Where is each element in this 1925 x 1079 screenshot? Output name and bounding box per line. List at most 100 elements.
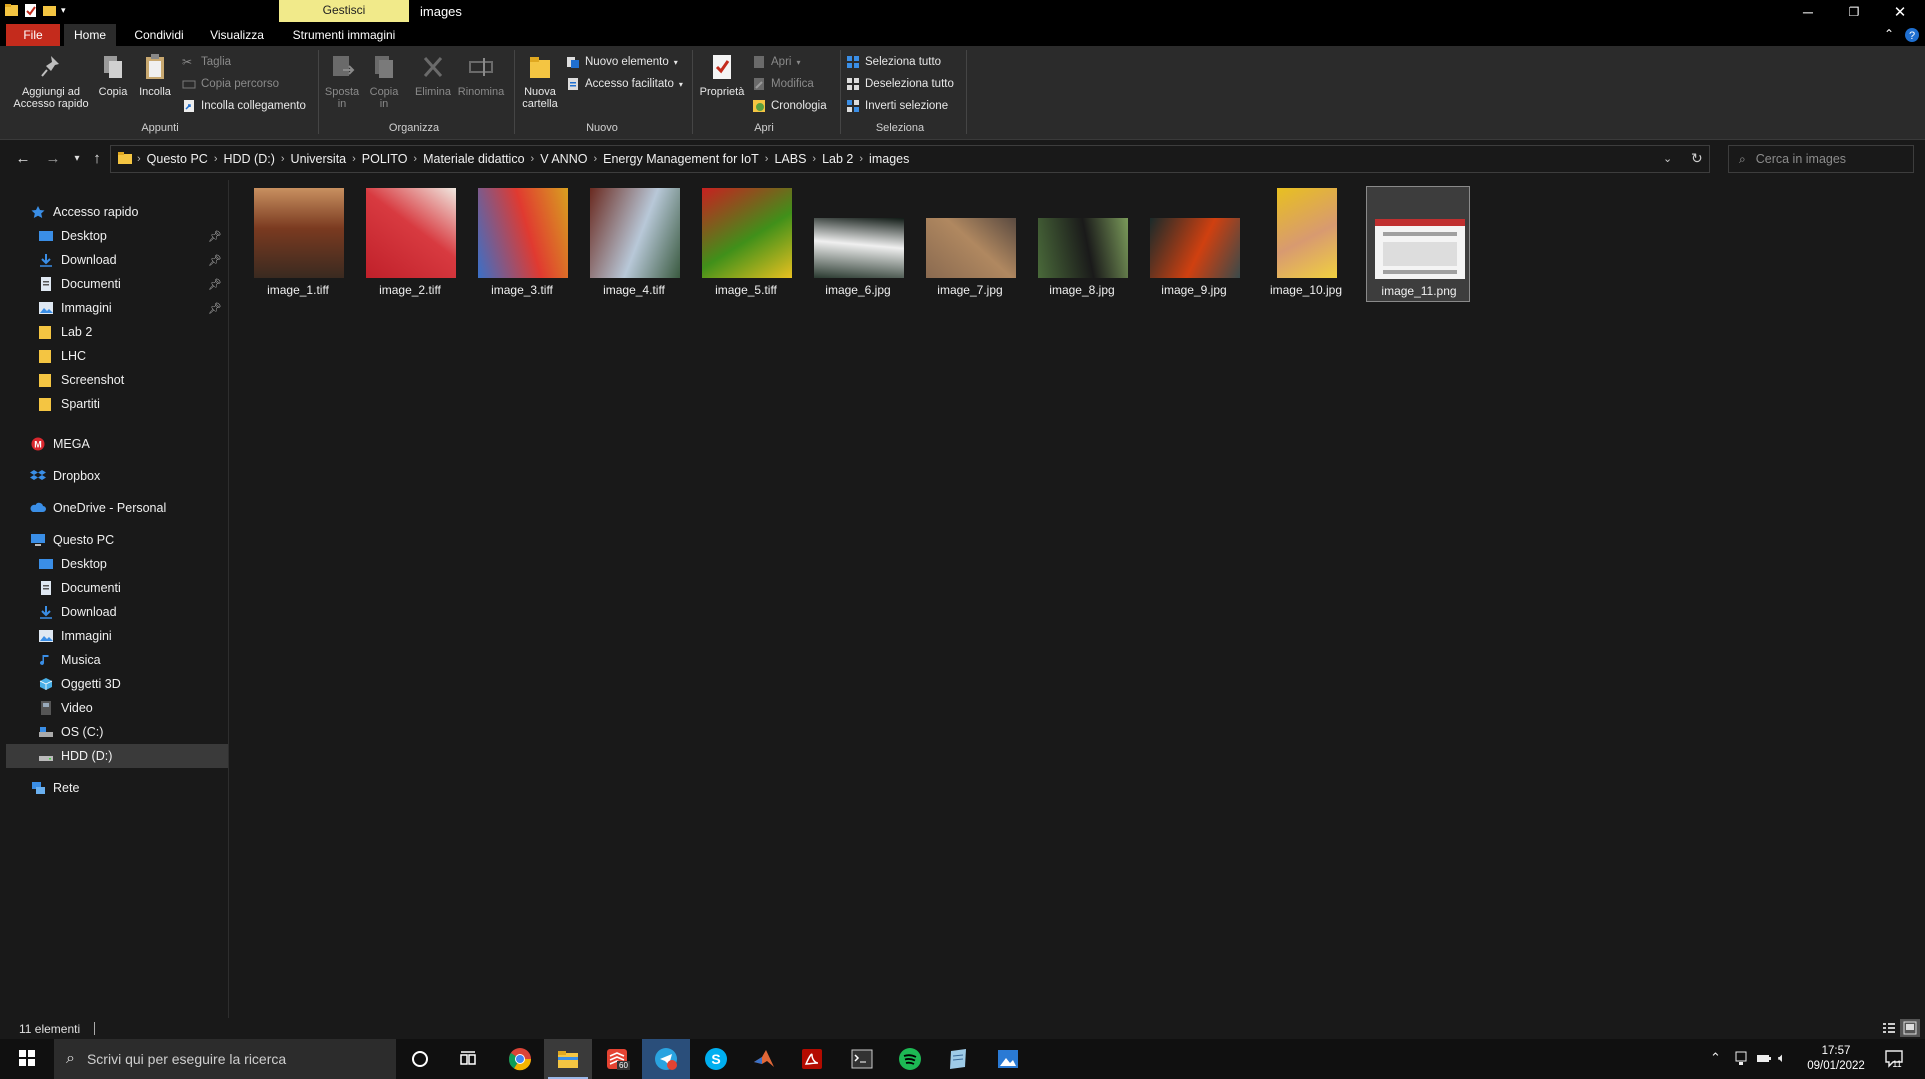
sidebar-item-screenshot[interactable]: Screenshot <box>6 368 228 392</box>
recent-locations-icon[interactable]: ▾ <box>66 148 88 170</box>
terminal-icon[interactable] <box>838 1039 886 1079</box>
sidebar-item-lhc[interactable]: LHC <box>6 344 228 368</box>
sidebar-item-documents[interactable]: Documenti <box>6 576 228 600</box>
show-hidden-icons-icon[interactable]: ⌃ <box>1710 1050 1721 1066</box>
restore-button[interactable]: ❐ <box>1831 0 1877 24</box>
sidebar-item-videos[interactable]: Video <box>6 696 228 720</box>
sidebar-item-mega[interactable]: M MEGA <box>6 432 228 456</box>
chrome-icon[interactable] <box>496 1039 544 1079</box>
collapse-ribbon-icon[interactable]: ⌃ <box>1884 27 1894 41</box>
rename-button[interactable]: Rinomina <box>456 52 506 98</box>
back-arrow-icon[interactable]: ← <box>12 148 34 170</box>
file-item[interactable]: image_2.tiff <box>358 186 462 302</box>
breadcrumb-separator[interactable]: › <box>281 153 285 165</box>
up-arrow-icon[interactable]: ↑ <box>86 148 108 170</box>
new-folder-icon[interactable] <box>42 2 57 18</box>
sidebar-item-spartiti[interactable]: Spartiti <box>6 392 228 416</box>
sidebar-item-this-pc[interactable]: Questo PC <box>6 528 228 552</box>
breadcrumb-item[interactable]: Energy Management for IoT <box>603 152 759 166</box>
pin-quick-access-button[interactable]: Aggiungi ad Accesso rapido <box>10 52 92 110</box>
minimize-button[interactable]: ─ <box>1785 0 1831 24</box>
breadcrumb-item[interactable]: LABS <box>774 152 806 166</box>
cortana-button[interactable] <box>396 1039 444 1079</box>
breadcrumb-separator[interactable]: › <box>531 153 535 165</box>
breadcrumb-separator[interactable]: › <box>812 153 816 165</box>
sidebar-item-lab-2[interactable]: Lab 2 <box>6 320 228 344</box>
sidebar-item-network[interactable]: Rete <box>6 776 228 800</box>
large-icons-view-icon[interactable] <box>1900 1019 1920 1037</box>
delete-button[interactable]: Elimina <box>410 52 456 98</box>
breadcrumb-separator[interactable]: › <box>765 153 769 165</box>
battery-icon[interactable] <box>1756 1050 1772 1069</box>
file-item[interactable]: image_6.jpg <box>806 186 910 302</box>
copy-to-button[interactable]: Copia in <box>364 52 404 110</box>
breadcrumb-item[interactable]: Lab 2 <box>822 152 853 166</box>
sidebar-item-desktop[interactable]: Desktop 📌︎ <box>6 224 228 248</box>
new-folder-button[interactable]: Nuova cartella <box>518 52 562 110</box>
file-item[interactable]: image_4.tiff <box>582 186 686 302</box>
paste-shortcut-button[interactable]: Incolla collegamento <box>182 98 306 114</box>
skype-icon[interactable]: S <box>692 1039 740 1079</box>
copy-button[interactable]: Copia <box>94 52 132 98</box>
breadcrumb-item[interactable]: images <box>869 152 909 166</box>
address-history-icon[interactable]: ⌄ <box>1663 152 1672 165</box>
breadcrumb-separator[interactable]: › <box>352 153 356 165</box>
sidebar-item-hdd-d[interactable]: HDD (D:) <box>6 744 228 768</box>
breadcrumb-separator[interactable]: › <box>137 153 141 165</box>
properties-button[interactable]: Proprietà <box>696 52 748 98</box>
taskbar-search-input[interactable] <box>86 1051 387 1067</box>
start-button[interactable] <box>0 1039 54 1079</box>
task-view-button[interactable] <box>444 1039 492 1079</box>
breadcrumb-separator[interactable]: › <box>593 153 597 165</box>
sidebar-item-music[interactable]: Musica <box>6 648 228 672</box>
help-icon[interactable]: ? <box>1904 27 1920 46</box>
file-item[interactable]: image_1.tiff <box>246 186 350 302</box>
acrobat-icon[interactable] <box>788 1039 836 1079</box>
breadcrumb-item[interactable]: Questo PC <box>147 152 208 166</box>
select-none-button[interactable]: Deseleziona tutto <box>846 76 954 92</box>
select-all-button[interactable]: Seleziona tutto <box>846 54 941 70</box>
properties-icon[interactable] <box>23 2 38 18</box>
edit-button[interactable]: Modifica <box>752 76 814 92</box>
sidebar-item-desktop[interactable]: Desktop <box>6 552 228 576</box>
details-view-icon[interactable] <box>1882 1021 1896 1038</box>
open-button[interactable]: Apri ▾ <box>752 54 800 70</box>
taskbar-search[interactable]: ⌕ <box>54 1039 396 1079</box>
pane-divider[interactable] <box>228 180 229 1018</box>
tab-view[interactable]: Visualizza <box>200 24 274 46</box>
breadcrumb-separator[interactable]: › <box>413 153 417 165</box>
context-tab-manage[interactable]: Gestisci <box>279 0 409 22</box>
breadcrumb-item[interactable]: Materiale didattico <box>423 152 524 166</box>
file-item[interactable]: image_7.jpg <box>918 186 1022 302</box>
breadcrumb-separator[interactable]: › <box>214 153 218 165</box>
sidebar-item-images[interactable]: Immagini 📌︎ <box>6 296 228 320</box>
address-bar[interactable]: › Questo PC › HDD (D:) › Universita › POLITO › Ma… <box>110 145 1710 173</box>
copy-path-button[interactable]: Copia percorso <box>182 76 279 92</box>
tab-image-tools[interactable]: Strumenti immagini <box>282 24 406 46</box>
search-box[interactable]: ⌕ <box>1728 145 1914 173</box>
todoist-icon[interactable]: 60 <box>594 1039 642 1079</box>
notepad-icon[interactable] <box>934 1039 982 1079</box>
telegram-icon[interactable] <box>642 1039 690 1079</box>
file-explorer-icon[interactable] <box>544 1039 592 1079</box>
cut-button[interactable]: ✂ Taglia <box>182 54 231 70</box>
breadcrumb-item[interactable]: Universita <box>291 152 347 166</box>
easy-access-button[interactable]: Accesso facilitato ▾ <box>566 76 683 92</box>
matlab-icon[interactable] <box>740 1039 788 1079</box>
sidebar-item-documents[interactable]: Documenti 📌︎ <box>6 272 228 296</box>
sidebar-item-images[interactable]: Immagini <box>6 624 228 648</box>
forward-arrow-icon[interactable]: → <box>42 148 64 170</box>
breadcrumb-item[interactable]: POLITO <box>362 152 408 166</box>
refresh-icon[interactable]: ↻ <box>1691 150 1703 167</box>
sidebar-item-dropbox[interactable]: Dropbox <box>6 464 228 488</box>
chevron-down-icon[interactable]: ▾ <box>61 2 71 18</box>
breadcrumb-item[interactable]: V ANNO <box>540 152 587 166</box>
invert-selection-button[interactable]: Inverti selezione <box>846 98 948 114</box>
file-item[interactable]: image_8.jpg <box>1030 186 1134 302</box>
new-item-button[interactable]: Nuovo elemento ▾ <box>566 54 678 70</box>
tab-file[interactable]: File <box>6 24 60 46</box>
file-item[interactable]: image_10.jpg <box>1254 186 1358 302</box>
search-input[interactable] <box>1755 152 1896 166</box>
notification-center-icon[interactable]: 11 <box>1884 1048 1904 1071</box>
device-icon[interactable] <box>1734 1050 1748 1069</box>
